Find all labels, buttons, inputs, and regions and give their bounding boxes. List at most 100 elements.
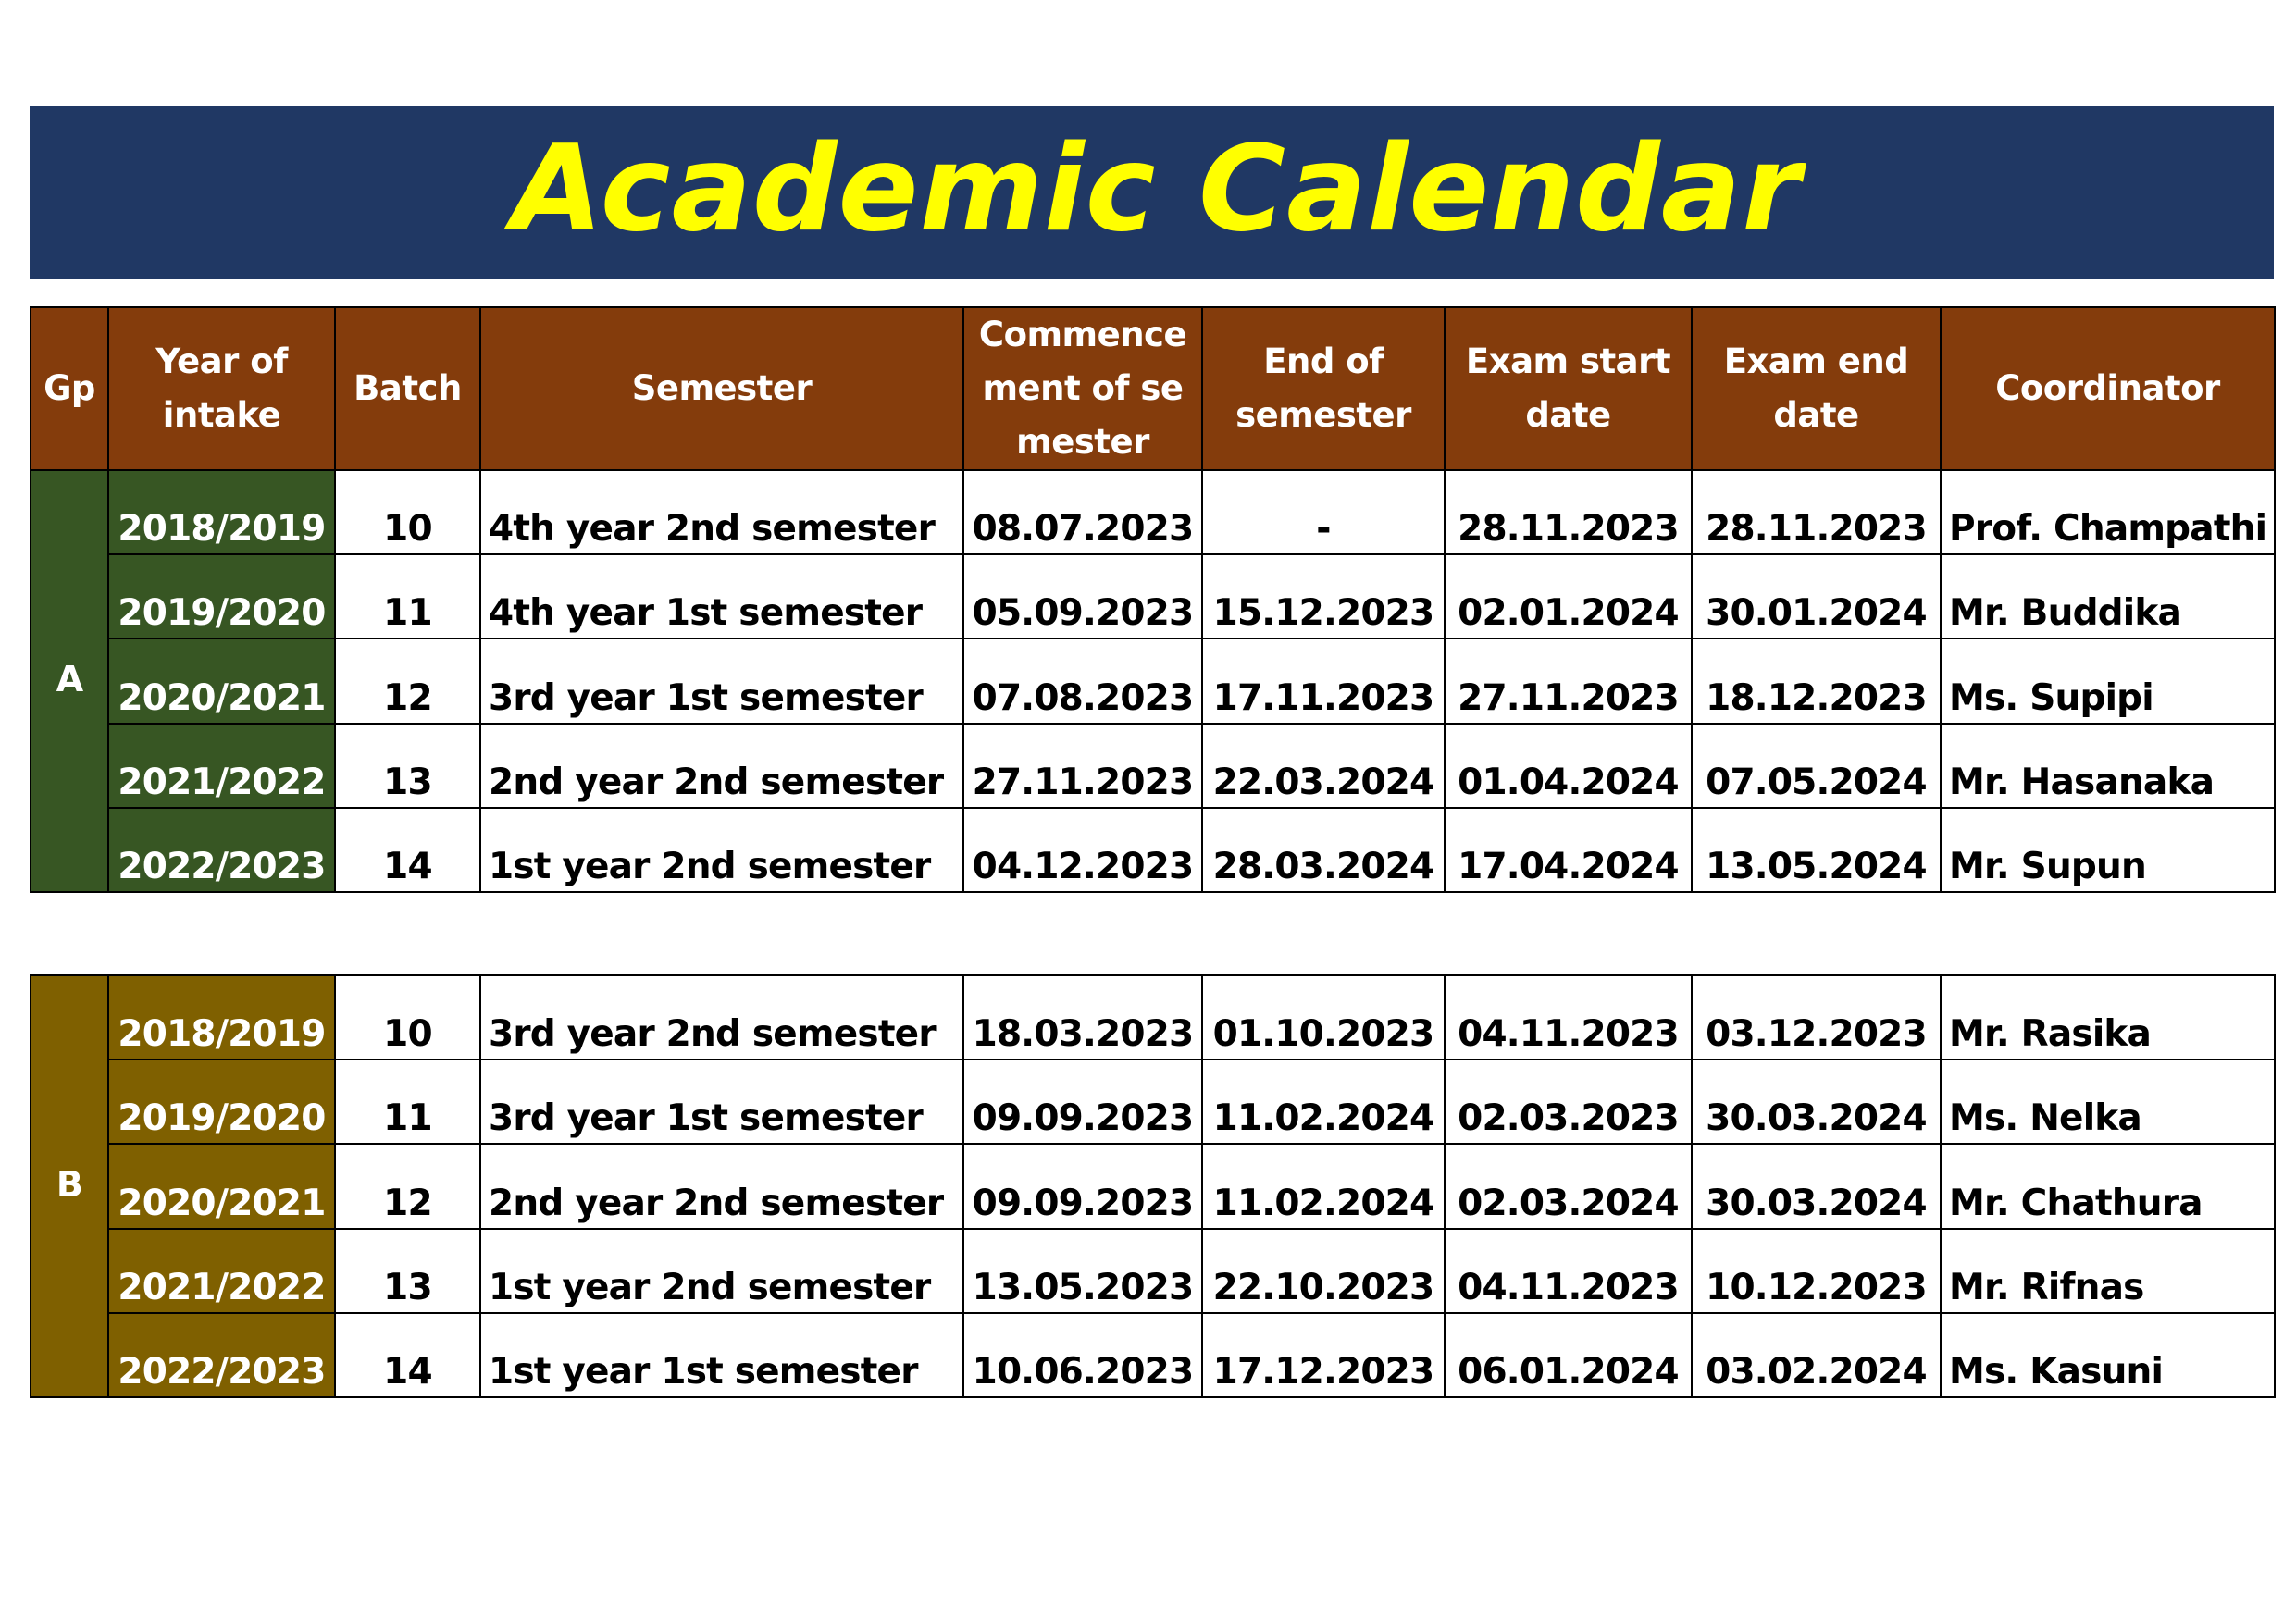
table-row: 2022/2023 14 1st year 1st semester 10.06.20… [31,1311,2276,1398]
year-of-intake-cell: 2019/2020 [107,1059,336,1146]
header-end-of-semester-label: End of semester [1235,341,1411,435]
year-of-intake-cell: 2020/2021 [107,1143,336,1230]
calendar-table-group-a: Gp Year of intake Batch Semester Commenc… [30,306,2276,893]
group-label-cell: B [30,974,109,1398]
header-year-of-intake-label: Year of intake [155,341,288,435]
semester-cell: 3rd year 1st semester [479,638,964,725]
batch-cell: 11 [334,1059,481,1146]
calendar-table-group-b: B 2018/2019 10 3rd year 2nd semester 18.03.2… [30,973,2276,1398]
exam-start-cell: 01.04.2024 [1444,722,1693,809]
exam-end-cell: 30.01.2024 [1691,553,1942,640]
exam-end-cell: 30.03.2024 [1691,1143,1942,1230]
commencement-cell: 09.09.2023 [962,1143,1203,1230]
commencement-cell: 05.09.2023 [962,553,1203,640]
end-of-semester-cell: - [1201,468,1446,556]
exam-start-cell: 02.03.2024 [1444,1143,1693,1230]
coordinator-cell: Mr. Chathura [1940,1143,2276,1230]
end-of-semester-cell: 11.02.2024 [1201,1143,1446,1230]
header-commencement: Commencement of semester [962,306,1203,471]
coordinator-cell: Mr. Supun [1940,806,2276,893]
header-exam-start: Exam start date [1444,306,1693,471]
end-of-semester-cell: 11.02.2024 [1201,1059,1446,1146]
year-of-intake-cell: 2019/2020 [107,553,336,640]
commencement-cell: 18.03.2023 [962,973,1203,1061]
batch-cell: 10 [334,973,481,1061]
year-of-intake-cell: 2022/2023 [107,806,336,893]
coordinator-cell: Mr. Rifnas [1940,1227,2276,1314]
batch-cell: 13 [334,1227,481,1314]
table-row: 2019/2020 11 4th year 1st semester 05.09.20… [31,553,2276,640]
group-b-rows: B 2018/2019 10 3rd year 2nd semester 18.03.2… [30,973,2276,1398]
year-of-intake-cell: 2021/2022 [107,722,336,809]
batch-cell: 11 [334,553,481,640]
semester-cell: 3rd year 1st semester [479,1059,964,1146]
exam-end-cell: 03.12.2023 [1691,973,1942,1061]
exam-end-cell: 07.05.2024 [1691,722,1942,809]
end-of-semester-cell: 17.12.2023 [1201,1311,1446,1398]
exam-end-cell: 13.05.2024 [1691,806,1942,893]
exam-start-cell: 06.01.2024 [1444,1311,1693,1398]
header-batch: Batch [334,306,481,471]
end-of-semester-cell: 01.10.2023 [1201,973,1446,1061]
exam-end-cell: 28.11.2023 [1691,468,1942,556]
table-row: B 2018/2019 10 3rd year 2nd semester 18.03.2… [30,973,2276,1398]
header-end-of-semester: End of semester [1201,306,1446,471]
semester-cell: 4th year 2nd semester [479,468,964,556]
end-of-semester-cell: 15.12.2023 [1201,553,1446,640]
semester-cell: 4th year 1st semester [479,553,964,640]
coordinator-cell: Ms. Supipi [1940,638,2276,725]
group-label-cell: A [30,469,109,893]
semester-cell: 2nd year 2nd semester [479,1143,964,1230]
table-row: 2019/2020 11 3rd year 1st semester 09.09.20… [31,1059,2276,1146]
year-of-intake-cell: 2021/2022 [107,1227,336,1314]
batch-cell: 10 [334,468,481,556]
batch-cell: 13 [334,722,481,809]
title-banner: Academic Calendar [30,106,2274,279]
table-row: 2020/2021 12 2nd year 2nd semester 09.09.20… [31,1143,2276,1230]
header-gp: Gp [30,306,109,471]
header-exam-end: Exam end date [1691,306,1942,471]
header-exam-end-label: Exam end date [1723,341,1909,435]
year-of-intake-cell: 2022/2023 [107,1311,336,1398]
coordinator-cell: Mr. Buddika [1940,553,2276,640]
exam-start-cell: 02.01.2024 [1444,553,1693,640]
end-of-semester-cell: 28.03.2024 [1201,806,1446,893]
header-year-of-intake: Year of intake [107,306,336,471]
exam-end-cell: 30.03.2024 [1691,1059,1942,1146]
group-a-rows: A 2018/2019 10 4th year 2nd semester 08.07.2… [30,468,2276,893]
exam-end-cell: 03.02.2024 [1691,1311,1942,1398]
header-commencement-label: Commencement of semester [978,315,1187,462]
semester-cell: 1st year 2nd semester [479,806,964,893]
exam-start-cell: 17.04.2024 [1444,806,1693,893]
coordinator-cell: Prof. Champathi [1940,468,2276,556]
commencement-cell: 08.07.2023 [962,468,1203,556]
exam-end-cell: 18.12.2023 [1691,638,1942,725]
end-of-semester-cell: 22.03.2024 [1201,722,1446,809]
end-of-semester-cell: 17.11.2023 [1201,638,1446,725]
commencement-cell: 09.09.2023 [962,1059,1203,1146]
commencement-cell: 10.06.2023 [962,1311,1203,1398]
exam-start-cell: 28.11.2023 [1444,468,1693,556]
commencement-cell: 13.05.2023 [962,1227,1203,1314]
exam-start-cell: 27.11.2023 [1444,638,1693,725]
batch-cell: 12 [334,1143,481,1230]
table-header-row: Gp Year of intake Batch Semester Commenc… [30,306,2276,471]
end-of-semester-cell: 22.10.2023 [1201,1227,1446,1314]
batch-cell: 14 [334,1311,481,1398]
coordinator-cell: Mr. Hasanaka [1940,722,2276,809]
header-semester: Semester [479,306,964,471]
commencement-cell: 04.12.2023 [962,806,1203,893]
semester-cell: 2nd year 2nd semester [479,722,964,809]
header-coordinator: Coordinator [1940,306,2276,471]
table-row: 2022/2023 14 1st year 2nd semester 04.12.20… [31,806,2276,893]
page-title: Academic Calendar [511,120,1802,258]
semester-cell: 1st year 1st semester [479,1311,964,1398]
exam-start-cell: 04.11.2023 [1444,1227,1693,1314]
semester-cell: 1st year 2nd semester [479,1227,964,1314]
year-of-intake-cell: 2018/2019 [107,468,336,556]
batch-cell: 14 [334,806,481,893]
header-exam-start-label: Exam start date [1465,341,1671,435]
exam-end-cell: 10.12.2023 [1691,1227,1942,1314]
exam-start-cell: 02.03.2023 [1444,1059,1693,1146]
table-row: 2020/2021 12 3rd year 1st semester 07.08.20… [31,638,2276,725]
